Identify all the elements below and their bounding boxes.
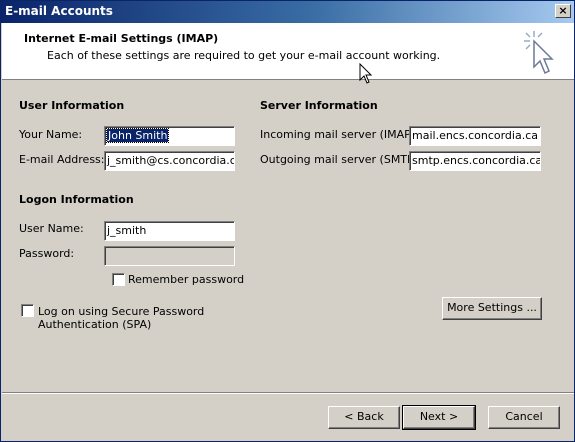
outgoing-server-input[interactable]: smtp.encs.concordia.ca [409,151,541,171]
email-address-input[interactable]: j_smith@cs.concordia.ca [104,151,235,171]
email-address-label: E-mail Address: [19,153,105,166]
incoming-server-input[interactable]: mail.encs.concordia.ca [409,126,541,146]
incoming-server-label: Incoming mail server (IMAP): [260,128,419,141]
page-subtitle: Each of these settings are required to g… [47,49,441,62]
remember-password-checkbox[interactable] [112,273,125,286]
your-name-input[interactable]: John Smith [104,126,235,146]
server-info-heading: Server Information [260,99,378,112]
outgoing-server-label: Outgoing mail server (SMTP): [260,153,422,166]
back-button[interactable]: < Back [328,406,400,429]
footer-divider [2,392,574,394]
spa-label-line2: Authentication (SPA) [38,318,152,331]
spa-label-line1: Log on using Secure Password [38,305,205,318]
more-settings-button[interactable]: More Settings ... [442,297,542,320]
logon-info-heading: Logon Information [19,193,134,206]
window-title: E-mail Accounts [5,4,113,18]
spa-checkbox[interactable] [21,304,34,317]
password-input[interactable] [104,246,235,266]
email-accounts-dialog: E-mail Accounts × Internet E-mail Settin… [0,0,575,442]
close-button[interactable]: × [555,4,571,18]
cancel-button[interactable]: Cancel [488,406,560,429]
wizard-header: Internet E-mail Settings (IMAP) Each of … [2,23,574,84]
user-name-label: User Name: [19,222,84,235]
page-title: Internet E-mail Settings (IMAP) [24,32,219,45]
wizard-cursor-icon [524,31,554,75]
mouse-cursor-icon [359,63,373,84]
your-name-label: Your Name: [19,128,83,141]
close-icon: × [558,4,568,17]
next-button[interactable]: Next > [402,405,476,430]
title-bar[interactable]: E-mail Accounts × [1,1,574,23]
your-name-value: John Smith [105,128,170,143]
password-label: Password: [19,247,75,260]
user-info-heading: User Information [19,99,125,112]
user-name-input[interactable]: j_smith [104,221,235,241]
remember-password-label: Remember password [128,273,245,286]
